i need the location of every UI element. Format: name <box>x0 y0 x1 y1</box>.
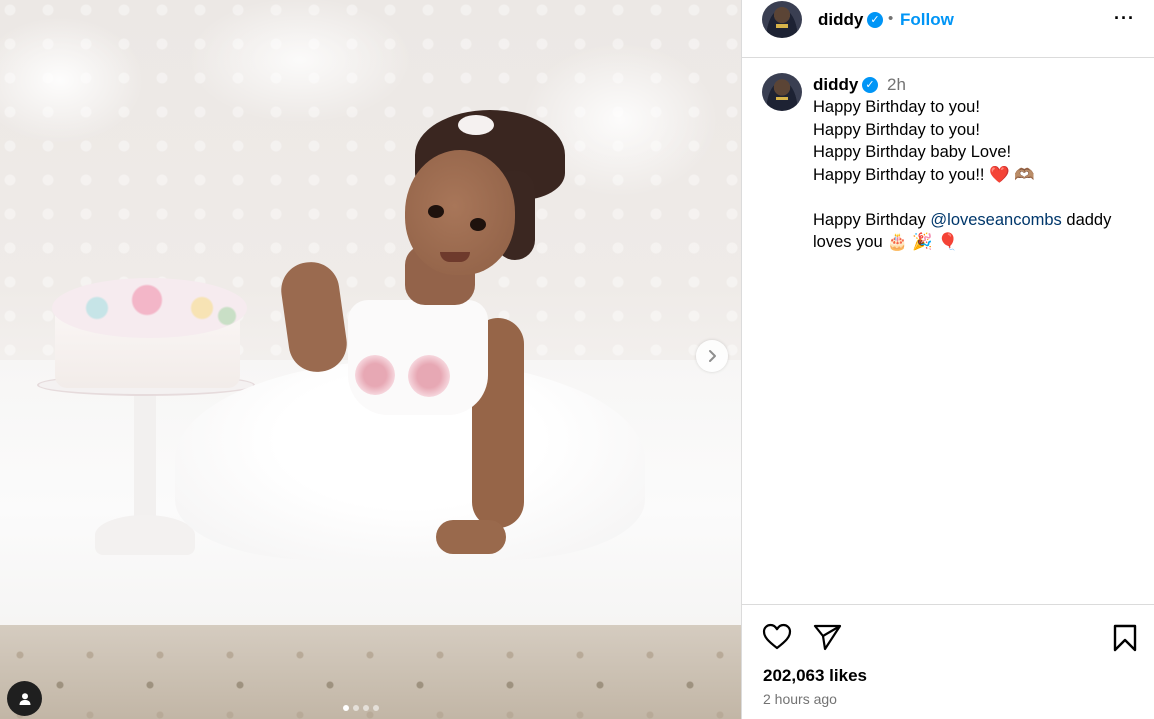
cake-stand-column <box>134 395 156 530</box>
caption-line: Happy Birthday @loveseancombs daddy <box>813 209 1143 232</box>
chevron-right-icon <box>709 350 716 362</box>
caption-line: Happy Birthday baby Love! <box>813 143 1012 161</box>
child-hand <box>436 520 506 554</box>
follow-button[interactable]: Follow <box>900 10 954 30</box>
separator-dot: • <box>888 10 894 27</box>
cake-stand-base <box>95 515 195 555</box>
carousel-dot[interactable] <box>353 705 359 711</box>
caption-line: Happy Birthday to you!! ❤️ 🫶🏽 <box>813 165 1035 184</box>
carousel-next-button[interactable] <box>696 340 728 372</box>
post-time-ago[interactable]: 2 hours ago <box>763 691 837 707</box>
bookmark-icon[interactable] <box>1113 624 1137 652</box>
heart-icon[interactable] <box>762 623 792 651</box>
avatar[interactable] <box>762 1 802 38</box>
carousel-dot[interactable] <box>343 705 349 711</box>
verified-badge-icon: ✓ <box>867 12 883 28</box>
dress-flower <box>355 355 395 395</box>
avatar[interactable] <box>762 73 802 111</box>
caption-text: Happy Birthday to you! Happy Birthday to… <box>813 96 1143 254</box>
child-eye <box>470 218 486 231</box>
carousel-indicator <box>343 705 379 711</box>
dress-flower <box>408 355 450 397</box>
caption-text-segment: Happy Birthday <box>813 210 931 229</box>
post-timestamp[interactable]: 2h <box>887 75 906 95</box>
user-icon <box>19 692 30 705</box>
hair-bow <box>458 115 494 135</box>
likes-count[interactable]: 202,063 likes <box>763 666 867 686</box>
carousel-dot[interactable] <box>363 705 369 711</box>
child-eye <box>428 205 444 218</box>
post-image[interactable] <box>0 0 741 719</box>
username-link[interactable]: diddy <box>818 10 863 30</box>
caption-line: Happy Birthday to you! <box>813 120 980 139</box>
more-options-button[interactable]: ··· <box>1114 8 1135 29</box>
post-actions: 202,063 likes 2 hours ago <box>742 604 1154 719</box>
send-icon[interactable] <box>813 624 842 651</box>
caption-text-segment: daddy <box>1061 210 1112 229</box>
verified-badge-icon: ✓ <box>862 77 878 93</box>
post-sidebar: diddy ✓ • Follow ··· diddy ✓ 2h Happy Bi… <box>741 0 1154 719</box>
caption-line: Happy Birthday to you! <box>813 98 980 116</box>
cake-flowers <box>52 278 247 338</box>
caption-line: loves you 🎂 🎉 🎈 <box>813 233 959 251</box>
post-header: diddy ✓ • Follow ··· <box>742 0 1154 58</box>
caption-username[interactable]: diddy <box>813 75 858 95</box>
mention-link[interactable]: @loveseancombs <box>930 211 1061 229</box>
carousel-dot[interactable] <box>373 705 379 711</box>
tagged-users-button[interactable] <box>7 681 42 716</box>
